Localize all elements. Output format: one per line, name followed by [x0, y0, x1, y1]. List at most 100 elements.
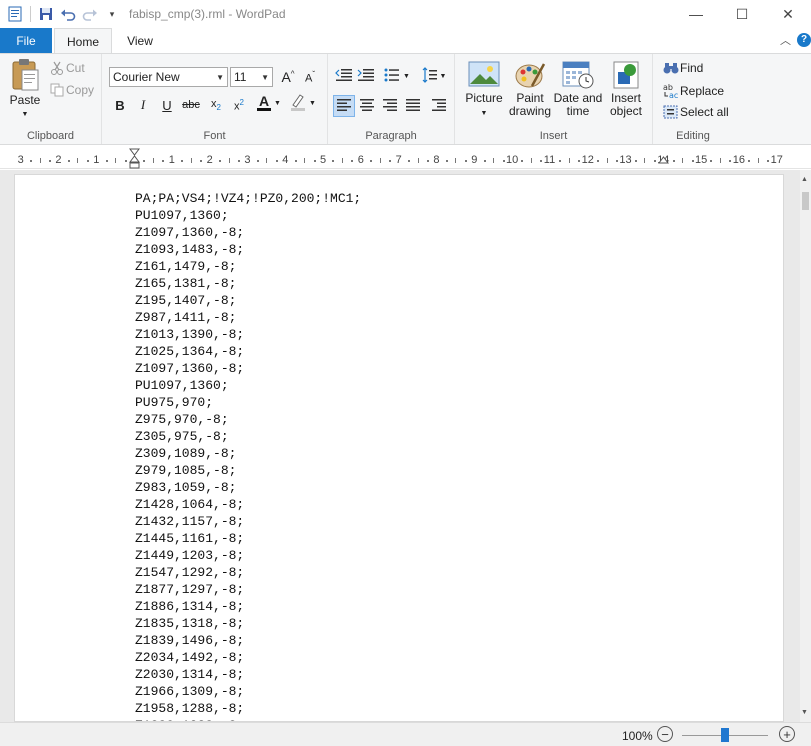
minimize-button[interactable]: — [673, 0, 719, 28]
clipboard-group-label: Clipboard [26, 130, 75, 142]
document-line[interactable]: Z161,1479,-8; [135, 258, 361, 275]
replace-button[interactable]: ab ac Replace [661, 83, 725, 99]
document-line[interactable]: Z1428,1064,-8; [135, 496, 361, 513]
strikethrough-button[interactable]: abc [181, 95, 201, 115]
paint-drawing-button[interactable]: Paint drawing [507, 60, 553, 118]
document-line[interactable]: Z1432,1157,-8; [135, 513, 361, 530]
redo-icon[interactable] [79, 3, 101, 25]
paste-button[interactable]: Paste ▼ [6, 58, 44, 121]
ruler-dot [351, 160, 354, 162]
ruler-dot [67, 160, 70, 162]
document-page[interactable]: PA;PA;VS4;!VZ4;!PZ0,200;!MC1; PU1097,1360… [14, 174, 784, 722]
subscript-button[interactable]: x2 [206, 95, 226, 115]
document-text[interactable]: PA;PA;VS4;!VZ4;!PZ0,200;!MC1; PU1097,1360… [135, 190, 361, 721]
ruler-dot [426, 160, 429, 162]
ruler-dot [294, 160, 297, 162]
insert-object-button[interactable]: Insert object [603, 60, 649, 118]
document-line[interactable]: Z1449,1203,-8; [135, 547, 361, 564]
document-line[interactable]: Z1097,1360,-8; [135, 224, 361, 241]
cut-button[interactable]: Cut [48, 61, 85, 75]
document-line[interactable]: Z309,1089,-8; [135, 445, 361, 462]
document-line[interactable]: Z983,1059,-8; [135, 479, 361, 496]
ruler-tick [77, 158, 79, 163]
picture-button[interactable]: Picture ▼ [461, 60, 507, 120]
select-all-button[interactable]: Select all [661, 105, 729, 119]
document-line[interactable]: Z165,1381,-8; [135, 275, 361, 292]
save-icon[interactable] [35, 3, 57, 25]
document-line[interactable]: PU1097,1360; [135, 377, 361, 394]
align-left-button[interactable] [333, 95, 355, 117]
maximize-button[interactable]: ☐ [719, 0, 765, 28]
collapse-ribbon-icon[interactable]: ︿ [780, 32, 791, 48]
document-line[interactable]: Z1958,1288,-8; [135, 700, 361, 717]
ruler[interactable]: 3211234567891011121314151617 [0, 145, 811, 169]
document-line[interactable]: PU1097,1360; [135, 207, 361, 224]
bold-button[interactable]: B [110, 95, 130, 115]
tab-view[interactable]: View [114, 28, 166, 53]
document-line[interactable]: Z975,970,-8; [135, 411, 361, 428]
ruler-tick [417, 158, 419, 163]
increase-indent-button[interactable] [355, 65, 377, 87]
line-spacing-button[interactable]: ▼ [419, 65, 449, 87]
document-line[interactable]: Z1886,1314,-8; [135, 598, 361, 615]
right-indent-marker-icon[interactable] [658, 155, 669, 170]
scroll-up-icon[interactable]: ▲ [801, 176, 808, 183]
replace-icon: ab ac [661, 83, 680, 99]
scroll-down-icon[interactable]: ▼ [801, 709, 808, 716]
highlight-color-button[interactable]: ▼ [288, 93, 318, 113]
tab-file[interactable]: File [0, 28, 52, 53]
document-line[interactable]: PU975,970; [135, 394, 361, 411]
bullets-button[interactable]: ▼ [381, 65, 413, 87]
undo-icon[interactable] [57, 3, 79, 25]
paragraph-group: ▼ ▼ Paragraph [328, 54, 455, 144]
document-line[interactable]: Z195,1407,-8; [135, 292, 361, 309]
superscript-button[interactable]: x2 [229, 95, 249, 115]
italic-button[interactable]: I [133, 95, 153, 115]
document-line[interactable]: Z1547,1292,-8; [135, 564, 361, 581]
text-color-button[interactable]: A ▼ [254, 93, 284, 113]
font-size-select[interactable]: 11 ▼ [230, 67, 273, 87]
document-line[interactable]: Z1877,1297,-8; [135, 581, 361, 598]
scroll-thumb[interactable] [802, 192, 809, 210]
document-line[interactable]: Z1097,1360,-8; [135, 360, 361, 377]
ruler-dot [634, 160, 637, 162]
document-line[interactable]: Z1835,1318,-8; [135, 615, 361, 632]
document-line[interactable]: Z1839,1496,-8; [135, 632, 361, 649]
copy-button[interactable]: Copy [48, 83, 94, 97]
document-line[interactable]: Z1966,1309,-8; [135, 683, 361, 700]
document-line[interactable]: Z2030,1314,-8; [135, 666, 361, 683]
editing-group: Find ab ac Replace Select all Editing [653, 54, 733, 144]
document-line[interactable]: Z1093,1483,-8; [135, 241, 361, 258]
decrease-indent-button[interactable] [333, 65, 355, 87]
zoom-slider-thumb[interactable] [721, 728, 729, 742]
ruler-tick [115, 158, 117, 163]
zoom-out-button[interactable]: − [657, 726, 673, 742]
close-button[interactable]: ✕ [765, 0, 811, 28]
shrink-font-button[interactable]: Aˇ [300, 67, 320, 87]
justify-button[interactable] [402, 95, 424, 117]
align-right-button[interactable] [379, 95, 401, 117]
document-line[interactable]: PA;PA;VS4;!VZ4;!PZ0,200;!MC1; [135, 190, 361, 207]
wordpad-app-icon[interactable] [4, 3, 26, 25]
zoom-in-button[interactable]: + [779, 726, 795, 742]
underline-button[interactable]: U [157, 95, 177, 115]
document-line[interactable]: Z1445,1161,-8; [135, 530, 361, 547]
document-line[interactable]: Z987,1411,-8; [135, 309, 361, 326]
italic-icon: I [140, 97, 146, 112]
svg-text:ac: ac [669, 91, 678, 99]
help-icon[interactable]: ? [797, 33, 811, 47]
document-line[interactable]: Z305,975,-8; [135, 428, 361, 445]
align-center-button[interactable] [356, 95, 378, 117]
vertical-scrollbar[interactable]: ▲ ▼ [800, 170, 811, 722]
find-button[interactable]: Find [661, 61, 703, 75]
customize-qat-icon[interactable]: ▾ [101, 3, 123, 25]
document-line[interactable]: Z979,1085,-8; [135, 462, 361, 479]
date-time-button[interactable]: Date and time [553, 60, 603, 118]
grow-font-button[interactable]: A^ [278, 67, 298, 87]
document-line[interactable]: Z2034,1492,-8; [135, 649, 361, 666]
paragraph-dialog-button[interactable] [428, 95, 450, 117]
tab-home[interactable]: Home [54, 28, 112, 54]
document-line[interactable]: Z1025,1364,-8; [135, 343, 361, 360]
document-line[interactable]: Z1013,1390,-8; [135, 326, 361, 343]
font-family-select[interactable]: Courier New ▼ [109, 67, 228, 87]
